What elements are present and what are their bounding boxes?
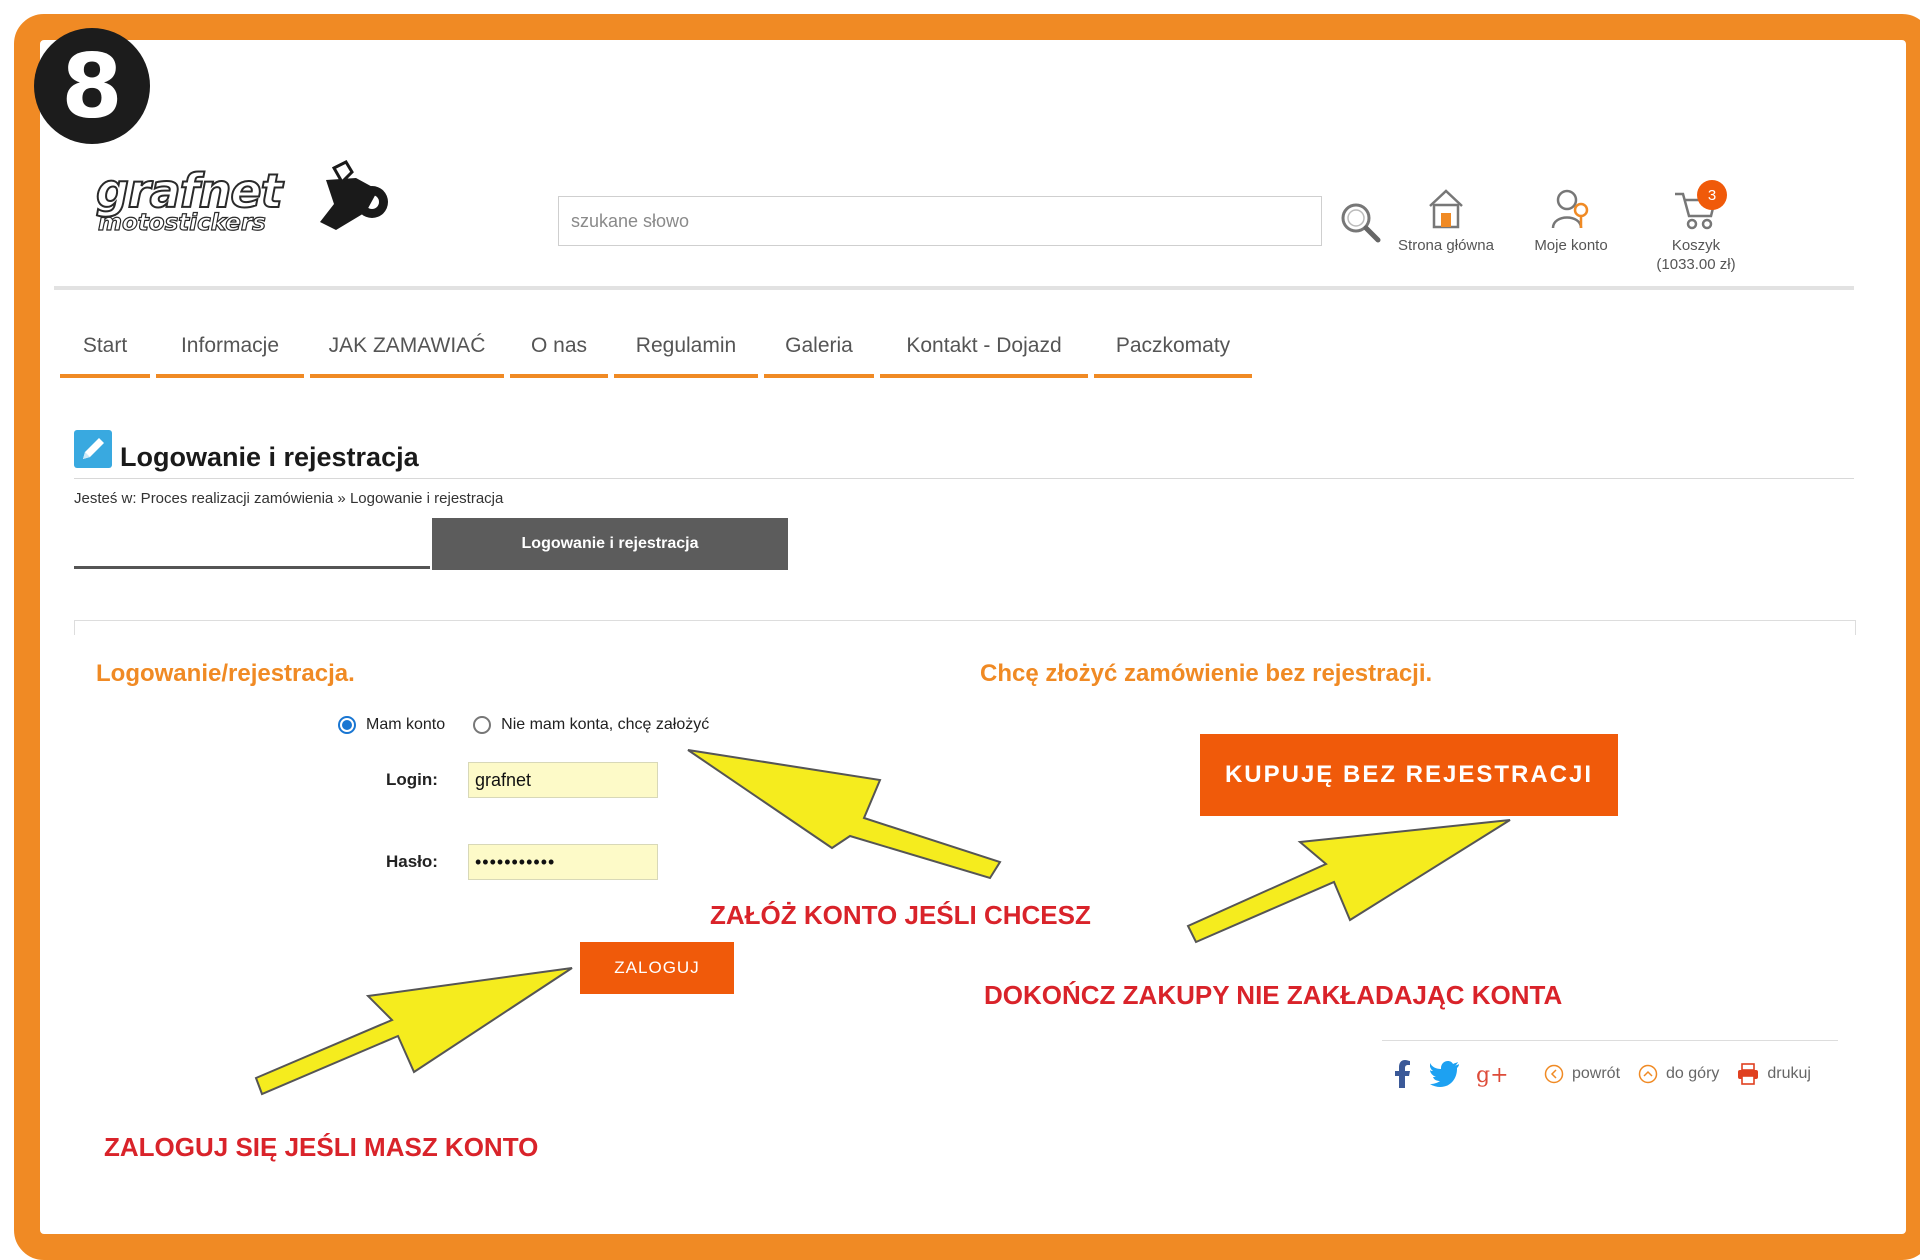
annotation-login-if-account: ZALOGUJ SIĘ JEŚLI MASZ KONTO bbox=[104, 1132, 539, 1162]
back-icon bbox=[1544, 1064, 1564, 1084]
printer-icon bbox=[1738, 1063, 1759, 1085]
up-icon bbox=[1638, 1064, 1658, 1084]
arrow-to-registration bbox=[687, 749, 1002, 880]
annotation-create-account: ZAŁÓŻ KONTO JEŚLI CHCESZ bbox=[710, 900, 1091, 930]
arrow-to-guest-button bbox=[1186, 819, 1511, 944]
annotation-finish-without-account: DOKOŃCZ ZAKUPY NIE ZAKŁADAJĄC KONTA bbox=[984, 980, 1563, 1010]
back-link[interactable]: powrót bbox=[1544, 1064, 1620, 1084]
to-top-label: do góry bbox=[1666, 1065, 1720, 1082]
footer-tools: g+ powrót do góry drukuj bbox=[1392, 1060, 1811, 1088]
print-label: drukuj bbox=[1767, 1065, 1811, 1082]
twitter-icon[interactable] bbox=[1430, 1061, 1460, 1087]
footer-divider bbox=[1382, 1040, 1838, 1041]
google-plus-icon[interactable]: g+ bbox=[1476, 1061, 1510, 1087]
arrow-to-login-button bbox=[254, 967, 573, 1096]
back-label: powrót bbox=[1572, 1065, 1621, 1082]
facebook-icon[interactable] bbox=[1392, 1060, 1414, 1088]
svg-text:g+: g+ bbox=[1476, 1063, 1509, 1087]
to-top-link[interactable]: do góry bbox=[1638, 1064, 1719, 1084]
print-link[interactable]: drukuj bbox=[1737, 1063, 1811, 1085]
